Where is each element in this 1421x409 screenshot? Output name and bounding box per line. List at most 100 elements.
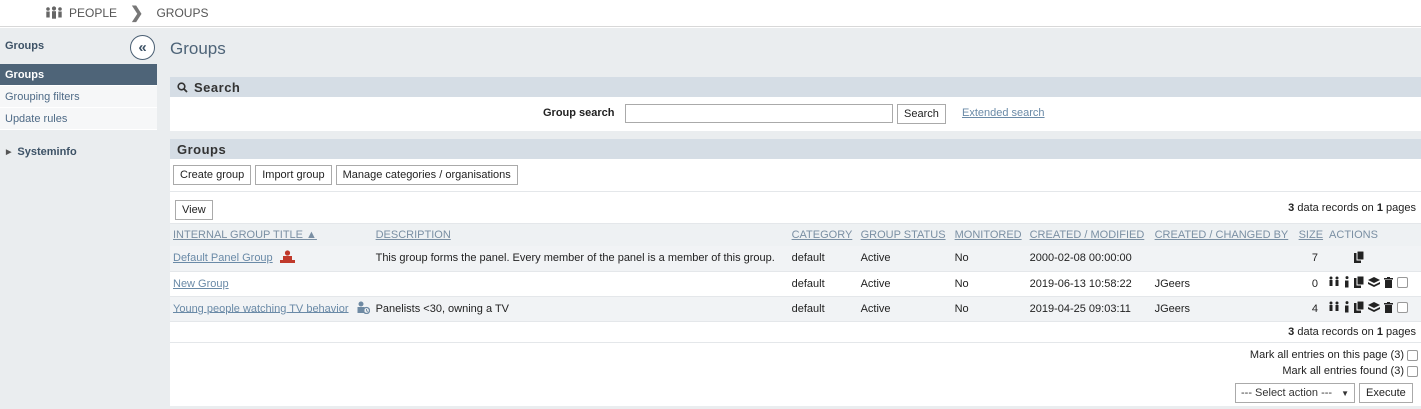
main-content: Groups Search Group search Search Extend… (157, 28, 1421, 409)
table-row: Young people watching TV behavior Paneli… (170, 296, 1421, 322)
mark-all-checkbox[interactable] (1407, 365, 1418, 377)
action-select-value: --- Select action --- (1241, 387, 1333, 399)
group-monitored: No (951, 246, 1027, 272)
group-size: 7 (1295, 246, 1327, 272)
manage-categories-button[interactable]: Manage categories / organisations (335, 165, 518, 185)
mark-all-label: Mark all entries found (3) (1282, 365, 1404, 377)
sidebar-item-grouping-filters[interactable]: Grouping filters (0, 86, 157, 108)
group-description: Panelists <30, owning a TV (372, 296, 789, 322)
row-checkbox[interactable] (1397, 301, 1409, 313)
mark-page-checkbox[interactable] (1407, 349, 1418, 361)
table-row: Default Panel Group This group forms the… (170, 246, 1421, 272)
group-category: default (788, 271, 858, 297)
column-title[interactable]: INTERNAL GROUP TITLE ▲ (170, 224, 373, 246)
group-size: 0 (1295, 271, 1327, 297)
groups-panel: Groups Create group Import group Manage … (170, 139, 1421, 406)
copy-icon[interactable] (1354, 301, 1365, 313)
group-title-link[interactable]: Young people watching TV behavior (173, 302, 349, 314)
search-header-label: Search (194, 79, 241, 95)
sidebar-item-update-rules[interactable]: Update rules (0, 108, 157, 130)
search-panel: Search Group search Search Extended sear… (170, 77, 1421, 131)
sidebar-item-label: Update rules (5, 112, 68, 125)
import-group-button[interactable]: Import group (255, 165, 332, 185)
group-created: 2019-04-25 09:03:11 (1026, 296, 1152, 322)
column-status[interactable]: GROUP STATUS (857, 224, 952, 246)
copy-icon[interactable] (1354, 276, 1365, 288)
groups-table: INTERNAL GROUP TITLE ▲ DESCRIPTION CATEG… (170, 224, 1421, 322)
create-group-button[interactable]: Create group (173, 165, 252, 185)
group-created: 2000-02-08 00:00:00 (1026, 246, 1152, 272)
panel-group-icon (279, 250, 295, 266)
group-monitored: No (951, 271, 1027, 297)
copy-icon[interactable] (1354, 250, 1365, 263)
sidebar-item-label: Systeminfo (17, 146, 77, 158)
mark-page-label: Mark all entries on this page (3) (1249, 349, 1404, 361)
row-checkbox[interactable] (1397, 276, 1409, 288)
group-category: default (788, 246, 858, 272)
page-title: Groups (170, 39, 226, 58)
column-description[interactable]: DESCRIPTION (372, 224, 789, 246)
info-icon[interactable] (1344, 276, 1350, 288)
records-count-bottom: 3 data records on 1 pages (1288, 325, 1416, 338)
dynamic-group-icon (356, 301, 370, 317)
group-changed-by: JGeers (1151, 271, 1296, 297)
sidebar: Groups « Groups Grouping filters Update … (0, 28, 157, 409)
sidebar-item-label: Groups (5, 68, 45, 81)
view-row: View 3 data records on 1 pages (170, 192, 1421, 224)
trash-icon[interactable] (1384, 276, 1394, 288)
table-header-row: INTERNAL GROUP TITLE ▲ DESCRIPTION CATEG… (170, 224, 1421, 246)
group-description (372, 271, 789, 297)
chevron-right-icon: ❯ (130, 5, 144, 22)
trash-icon[interactable] (1384, 301, 1394, 313)
group-search-label: Group search (543, 107, 615, 119)
search-button[interactable]: Search (897, 104, 946, 124)
search-header: Search (170, 77, 1421, 97)
mark-page-row: Mark all entries on this page (3) (1250, 349, 1418, 361)
breadcrumb-people[interactable]: PEOPLE (69, 6, 117, 20)
group-title-link[interactable]: Default Panel Group (173, 252, 273, 264)
sidebar-item-groups[interactable]: Groups (0, 64, 157, 86)
group-monitored: No (951, 296, 1027, 322)
sidebar-header: Groups « (0, 28, 157, 64)
column-created[interactable]: CREATED / MODIFIED (1026, 224, 1152, 246)
info-icon[interactable] (1344, 301, 1350, 313)
extended-search-link[interactable]: Extended search (962, 107, 1045, 119)
group-status: Active (857, 296, 952, 322)
breadcrumb-groups: GROUPS (156, 6, 209, 20)
group-changed-by (1151, 246, 1296, 272)
group-size: 4 (1295, 296, 1327, 322)
column-size[interactable]: SIZE (1295, 224, 1327, 246)
sidebar-title: Groups (5, 40, 45, 52)
layers-icon[interactable] (1368, 301, 1381, 313)
dropdown-arrow-icon: ▼ (1341, 388, 1349, 398)
group-category: default (788, 296, 858, 322)
layers-icon[interactable] (1368, 276, 1381, 288)
breadcrumb: PEOPLE ❯ GROUPS (0, 0, 1421, 27)
records-row-bottom: 3 data records on 1 pages (170, 322, 1421, 343)
group-title-link[interactable]: New Group (173, 278, 229, 290)
group-status: Active (857, 271, 952, 297)
group-status: Active (857, 246, 952, 272)
filter-icon[interactable] (1329, 301, 1340, 313)
column-changed-by[interactable]: CREATED / CHANGED BY (1151, 224, 1296, 246)
search-row: Group search Search Extended search (170, 97, 1421, 130)
sidebar-item-label: Grouping filters (5, 90, 80, 103)
column-monitored[interactable]: MONITORED (951, 224, 1027, 246)
triangle-right-icon: ▶ (6, 149, 12, 156)
records-count-top: 3 data records on 1 pages (1288, 202, 1416, 214)
groups-toolbar: Create group Import group Manage categor… (170, 159, 1421, 192)
filter-icon[interactable] (1329, 276, 1340, 288)
column-category[interactable]: CATEGORY (788, 224, 858, 246)
view-button[interactable]: View (175, 200, 213, 220)
collapse-sidebar-icon[interactable]: « (130, 35, 155, 60)
group-changed-by: JGeers (1151, 296, 1296, 322)
group-description: This group forms the panel. Every member… (372, 246, 789, 272)
search-icon (177, 81, 188, 93)
mark-all-row: Mark all entries found (3) (1282, 365, 1418, 377)
sidebar-item-systeminfo[interactable]: ▶ Systeminfo (0, 146, 157, 158)
group-search-input[interactable] (625, 104, 893, 123)
execute-button[interactable]: Execute (1359, 383, 1413, 403)
people-icon (45, 6, 63, 20)
action-select[interactable]: --- Select action --- ▼ (1235, 383, 1355, 403)
group-created: 2019-06-13 10:58:22 (1026, 271, 1152, 297)
